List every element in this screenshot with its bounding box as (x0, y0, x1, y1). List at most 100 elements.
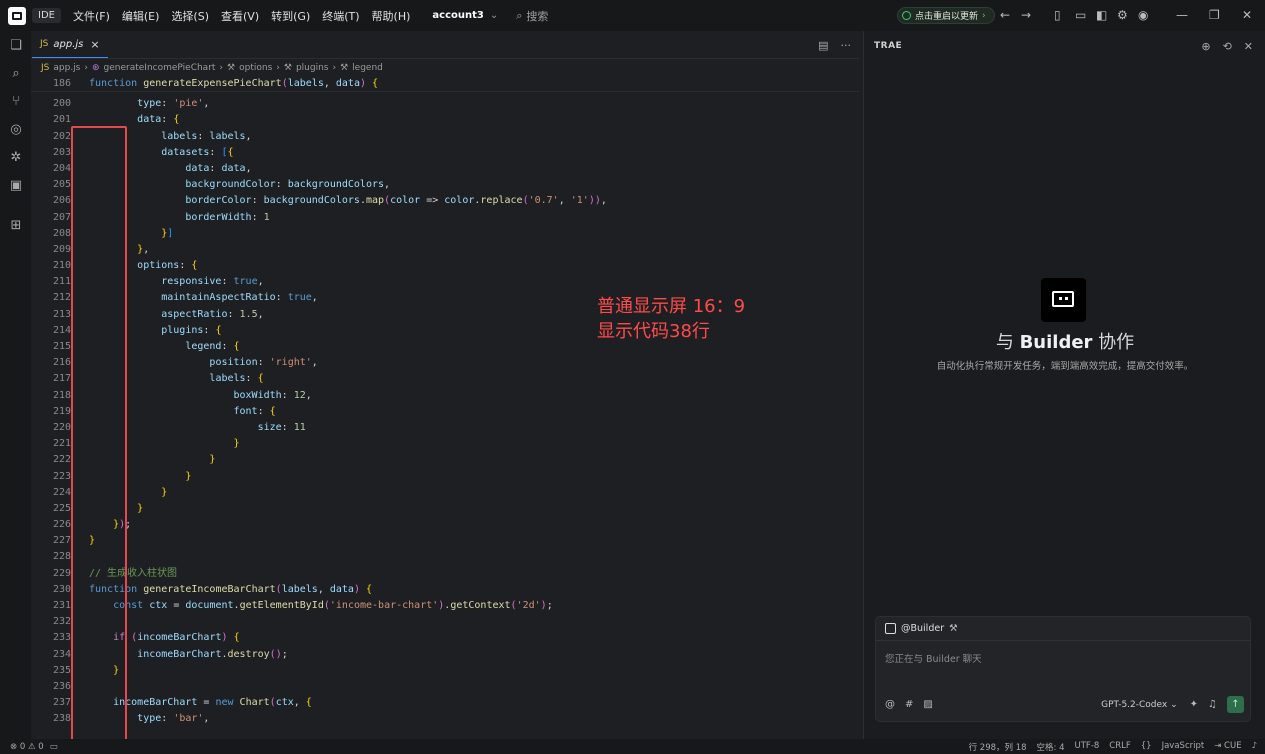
line-number: 217 (52, 373, 71, 385)
code-line[interactable]: 219 font: { (31, 404, 859, 420)
toggle-panel-icon[interactable]: ▭ (1075, 9, 1086, 21)
code-line[interactable]: 227} (31, 533, 859, 549)
code-line[interactable]: 218 boxWidth: 12, (31, 388, 859, 404)
debug-bug-icon[interactable]: ✲ (8, 150, 24, 166)
code-text: if (incomeBarChart) { (113, 632, 240, 644)
toggle-sidebar-icon[interactable]: ▯ (1054, 9, 1061, 21)
code-line[interactable]: 202 labels: labels, (31, 129, 859, 145)
code-line[interactable]: 235 } (31, 663, 859, 679)
model-selector[interactable]: GPT-5.2-Codex ⌄ (1101, 700, 1178, 710)
notifications-bell-icon[interactable]: ♪ (1252, 741, 1257, 753)
code-line[interactable]: 233 if (incomeBarChart) { (31, 630, 859, 646)
menu-view[interactable]: 查看(V) (221, 8, 259, 24)
code-line[interactable]: 207 borderWidth: 1 (31, 210, 859, 226)
code-line[interactable]: 203 datasets: [{ (31, 145, 859, 161)
code-line[interactable]: 211 responsive: true, (31, 274, 859, 290)
cursor-position[interactable]: 行 298，列 18 (969, 741, 1027, 753)
update-button[interactable]: 点击重启以更新 › (897, 7, 995, 24)
back-arrow-icon[interactable]: ← (1000, 9, 1010, 21)
code-line[interactable]: 200 type: 'pie', (31, 96, 859, 112)
code-line[interactable]: 237 incomeBarChart = new Chart(ctx, { (31, 695, 859, 711)
breadcrumb-item[interactable]: plugins (296, 63, 329, 73)
minimize-icon[interactable]: — (1176, 9, 1188, 21)
menu-goto[interactable]: 转到(G) (271, 8, 310, 24)
sparkle-icon[interactable]: ✦ (1190, 699, 1198, 710)
braces-icon[interactable]: {} (1141, 741, 1152, 753)
code-line[interactable]: 234 incomeBarChart.destroy(); (31, 647, 859, 663)
tools-icon[interactable]: ⚒ (949, 623, 958, 634)
history-icon[interactable]: ⟲ (1223, 40, 1232, 53)
toggle-right-panel-icon[interactable]: ◧ (1096, 9, 1107, 21)
breadcrumb-item[interactable]: generateIncomePieChart (104, 63, 216, 73)
close-tab-icon[interactable]: × (90, 38, 99, 51)
code-line[interactable]: 230 function generateIncomeBarChart(label… (31, 582, 859, 598)
close-panel-icon[interactable]: ✕ (1244, 40, 1253, 53)
chat-input[interactable]: 您正在与 Builder 聊天 (876, 641, 1250, 675)
code-view[interactable]: 186 function generateExpensePieChart(lab… (31, 76, 859, 728)
microphone-icon[interactable]: ♫ (1208, 699, 1217, 710)
code-line[interactable]: 238 type: 'bar', (31, 711, 859, 727)
close-window-icon[interactable]: ✕ (1242, 9, 1252, 21)
split-editor-icon[interactable]: ▤ (818, 39, 828, 52)
language-mode[interactable]: JavaScript (1162, 741, 1205, 753)
menu-terminal[interactable]: 终端(T) (322, 8, 359, 24)
code-line[interactable]: 229 // 生成收入柱状图 (31, 566, 859, 582)
code-line[interactable]: 226 }); (31, 517, 859, 533)
code-line[interactable]: 209 }, (31, 242, 859, 258)
menu-file[interactable]: 文件(F) (73, 8, 110, 24)
extensions-icon[interactable]: ⊞ (8, 218, 24, 234)
cue-indicator[interactable]: ⇥ CUE (1214, 741, 1241, 753)
ide-mode-tag[interactable]: IDE (32, 8, 61, 23)
code-line[interactable]: 206 borderColor: backgroundColors.map(co… (31, 193, 859, 209)
code-line[interactable]: 220 size: 11 (31, 420, 859, 436)
code-line[interactable]: 224 } (31, 485, 859, 501)
indentation[interactable]: 空格: 4 (1037, 741, 1065, 753)
code-line[interactable]: 210 options: { (31, 258, 859, 274)
restore-icon[interactable]: ❐ (1209, 9, 1220, 21)
breadcrumb-item[interactable]: legend (352, 63, 383, 73)
code-line[interactable]: 231 const ctx = document.getElementById(… (31, 598, 859, 614)
code-line[interactable]: 205 backgroundColor: backgroundColors, (31, 177, 859, 193)
code-line[interactable]: 208 }] (31, 226, 859, 242)
code-line[interactable]: 222 } (31, 452, 859, 468)
code-line[interactable]: 228 (31, 549, 859, 565)
code-line[interactable]: 216 position: 'right', (31, 355, 859, 371)
menu-selection[interactable]: 选择(S) (171, 8, 209, 24)
code-line[interactable]: 225 } (31, 501, 859, 517)
account-switcher[interactable]: account3 ⌄ (432, 10, 498, 21)
settings-gear-icon[interactable]: ⚙ (1117, 9, 1128, 21)
new-chat-icon[interactable]: ⊕ (1201, 40, 1210, 53)
code-line[interactable]: 204 data: data, (31, 161, 859, 177)
account-avatar-icon[interactable]: ◉ (1138, 9, 1148, 21)
line-ending[interactable]: CRLF (1109, 741, 1130, 753)
hash-icon[interactable]: # (905, 699, 913, 710)
problems-indicator[interactable]: ⊗ 0 ⚠ 0 (10, 742, 44, 752)
menu-help[interactable]: 帮助(H) (372, 8, 411, 24)
more-actions-icon[interactable]: ··· (841, 39, 852, 52)
encoding[interactable]: UTF-8 (1075, 741, 1100, 753)
image-upload-icon[interactable]: ▨ (923, 699, 932, 710)
search-box[interactable]: ⌕ 搜索 (516, 8, 548, 24)
forward-arrow-icon[interactable]: → (1021, 9, 1031, 21)
code-line[interactable]: 232 (31, 614, 859, 630)
code-line[interactable]: 221 } (31, 436, 859, 452)
search-files-icon[interactable]: ⌕ (8, 66, 24, 82)
preview-eye-icon[interactable]: ◎ (8, 122, 24, 138)
code-line[interactable]: 201 data: { (31, 112, 859, 128)
chat-agent-chip[interactable]: @Builder ⚒ (876, 617, 1250, 641)
send-button[interactable]: ↑ (1227, 696, 1244, 713)
mention-icon[interactable]: @ (885, 699, 895, 710)
tab-app-js[interactable]: JS app.js × (32, 31, 108, 58)
breadcrumb-item[interactable]: app.js (53, 63, 80, 73)
code-line[interactable]: 236 (31, 679, 859, 695)
code-line[interactable]: 223 } (31, 469, 859, 485)
sticky-scroll-line[interactable]: 186 function generateExpensePieChart(lab… (31, 76, 859, 93)
ports-icon[interactable]: ▭ (50, 742, 58, 752)
explorer-icon[interactable]: ❏ (8, 38, 24, 54)
breadcrumb-item[interactable]: options (239, 63, 272, 73)
remote-screen-icon[interactable]: ▣ (8, 178, 24, 194)
code-text: } (113, 664, 120, 676)
code-line[interactable]: 217 labels: { (31, 371, 859, 387)
source-control-icon[interactable]: ⑂ (8, 94, 24, 110)
menu-edit[interactable]: 编辑(E) (122, 8, 160, 24)
